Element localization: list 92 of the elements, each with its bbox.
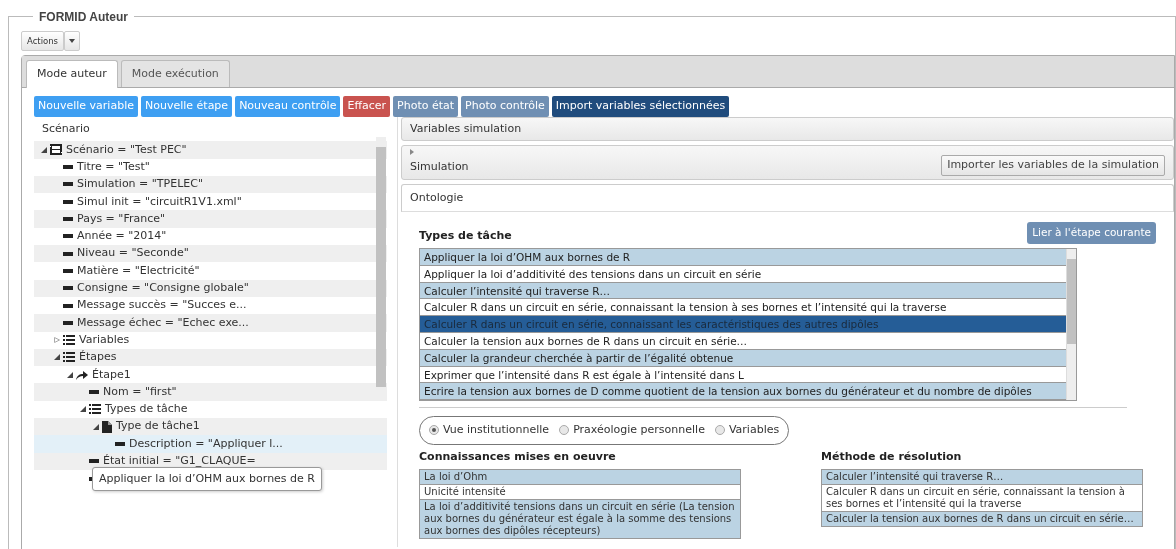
tree-item[interactable]: Type de tâche1 bbox=[34, 418, 387, 436]
arrow-icon bbox=[76, 369, 88, 380]
radio-option[interactable]: Variables bbox=[714, 422, 780, 439]
tree-label: Étapes bbox=[79, 349, 117, 366]
dash-icon bbox=[63, 251, 73, 256]
tree-label: Scénario = "Test PEC" bbox=[66, 141, 187, 158]
tree-label: Type de tâche1 bbox=[116, 418, 200, 435]
radio-option[interactable]: Praxéologie personnelle bbox=[559, 422, 705, 439]
panel-title: Scénario bbox=[41, 120, 91, 137]
list-item[interactable]: La loi d’Ohm bbox=[420, 470, 740, 485]
list-item[interactable]: Calculer R dans un circuit en série, connaissant la tension à ses bornes et l’intensité qui la traverse bbox=[822, 485, 1142, 512]
tree-label: Message succès = "Succes e... bbox=[77, 297, 247, 314]
expanded-arrow-icon[interactable] bbox=[54, 354, 60, 361]
list-item[interactable]: La loi d’additivité tensions dans un circuit en série (La tension aux bornes du générateur est égale à la somme des tensions aux bornes des dipôles récepteurs) bbox=[420, 500, 740, 538]
tree-label: Année = "2014" bbox=[77, 228, 167, 245]
dash-icon bbox=[63, 217, 73, 222]
tree-label: Consigne = "Consigne globale" bbox=[77, 280, 249, 296]
list-icon bbox=[63, 335, 75, 346]
list-item[interactable]: Calculer la tension aux bornes de R dans un circuit en série… bbox=[822, 512, 1142, 526]
tree-label: Nom = "first" bbox=[103, 383, 177, 400]
dash-icon bbox=[63, 268, 73, 273]
list-item[interactable]: Appliquer la loi d’OHM aux bornes de R bbox=[420, 249, 1066, 266]
dash-icon bbox=[63, 165, 73, 170]
tree-item[interactable]: Variables bbox=[34, 331, 387, 349]
section-title: Types de tâche bbox=[419, 227, 512, 244]
import-button[interactable]: Importer les variables de la simulation bbox=[941, 155, 1165, 176]
tree-item[interactable]: Description = "Appliquer l... bbox=[34, 435, 387, 453]
tree-label: Description = "Appliquer l... bbox=[129, 435, 283, 452]
accordion-header[interactable]: Ontologie bbox=[401, 183, 1174, 213]
tree-item[interactable]: Étape1 bbox=[34, 366, 387, 384]
tooltip: Appliquer la loi d’OHM aux bornes de R bbox=[92, 466, 322, 492]
tree-label: Simulation = "TPELEC" bbox=[77, 176, 203, 193]
scrollbar[interactable] bbox=[1066, 249, 1076, 400]
dash-icon bbox=[89, 459, 99, 464]
dash-icon bbox=[63, 234, 73, 239]
dash-icon bbox=[115, 441, 125, 446]
caret-icon bbox=[69, 39, 76, 43]
tree-label: Matière = "Electricité" bbox=[77, 262, 200, 279]
dash-icon bbox=[63, 303, 73, 308]
dash-icon bbox=[63, 320, 73, 325]
film-icon bbox=[50, 144, 62, 156]
dash-icon bbox=[63, 182, 73, 187]
tree-label: Variables bbox=[79, 331, 130, 348]
expanded-arrow-icon[interactable] bbox=[41, 146, 47, 153]
list-icon bbox=[89, 404, 101, 415]
tab[interactable]: Mode auteur bbox=[26, 59, 118, 89]
tree-item[interactable]: Consigne = "Consigne globale" bbox=[34, 279, 387, 297]
tree-item[interactable]: Titre = "Test" bbox=[34, 158, 387, 176]
expanded-arrow-icon[interactable] bbox=[67, 371, 73, 378]
tree-label: Types de tâche bbox=[105, 401, 188, 418]
tree-label: Pays = "France" bbox=[77, 210, 166, 227]
accordion-header[interactable]: Variables simulation bbox=[401, 116, 1174, 142]
tree-label: Message échec = "Echec exe... bbox=[77, 314, 249, 331]
section-title: Connaissances mises en oeuvre bbox=[419, 448, 617, 465]
list-item[interactable]: Calculer R dans un circuit en série, connaissant la tension à ses bornes et l’intensité qui la traverse bbox=[420, 299, 1066, 317]
actions-button[interactable]: Actions bbox=[21, 31, 65, 51]
tree-item[interactable]: Nom = "first" bbox=[34, 383, 387, 401]
dropdown-toggle-button[interactable] bbox=[64, 31, 81, 51]
list-item[interactable]: Unicité intensité bbox=[420, 485, 740, 500]
tree-label: Étape1 bbox=[92, 366, 131, 383]
tree-item[interactable]: Message échec = "Echec exe... bbox=[34, 314, 387, 332]
scrollbar[interactable] bbox=[376, 136, 386, 390]
tree-label: État initial = "G1_CLAQUE= bbox=[103, 453, 256, 469]
expanded-arrow-icon[interactable] bbox=[93, 423, 99, 430]
toolbar-button[interactable]: Import variables sélectionnées bbox=[551, 96, 730, 117]
tree-label: Simul init = "circuitR1V1.xml" bbox=[77, 193, 242, 210]
tree-item[interactable]: Simul init = "circuitR1V1.xml" bbox=[34, 193, 387, 211]
tree-item[interactable]: Pays = "France" bbox=[34, 210, 387, 228]
tab[interactable]: Mode exécution bbox=[120, 59, 230, 88]
tree-item[interactable]: Étapes bbox=[34, 348, 387, 367]
document-icon bbox=[102, 420, 112, 433]
radio-option[interactable]: Vue institutionnelle bbox=[429, 422, 550, 439]
tree-item[interactable]: Message succès = "Succes e... bbox=[34, 296, 387, 315]
tree-label: Niveau = "Seconde" bbox=[77, 245, 189, 262]
tree-item[interactable]: Année = "2014" bbox=[34, 227, 387, 246]
list-item[interactable]: Ecrire la tension aux bornes de D comme quotient de la tension aux bornes du générateur et du nombre de dipôles bbox=[420, 383, 1066, 400]
accordion-header[interactable]: Simulation Importer les variables de la simulation bbox=[401, 145, 1174, 180]
tree-label: Titre = "Test" bbox=[77, 158, 150, 175]
tree-item[interactable]: Scénario = "Test PEC" bbox=[34, 141, 387, 159]
tree-item[interactable]: Simulation = "TPELEC" bbox=[34, 175, 387, 194]
section-title: Méthode de résolution bbox=[821, 448, 963, 465]
dash-icon bbox=[89, 390, 99, 395]
list-item[interactable]: Calculer l’intensité qui traverse R… bbox=[822, 470, 1142, 485]
toolbar-button[interactable]: Effacer bbox=[343, 96, 391, 117]
dash-icon bbox=[63, 286, 73, 291]
header-title: Simulation bbox=[410, 160, 469, 174]
dash-icon bbox=[63, 199, 73, 204]
tree-item[interactable]: Niveau = "Seconde" bbox=[34, 245, 387, 263]
tree-item[interactable]: Matière = "Electricité" bbox=[34, 262, 387, 280]
expanded-arrow-icon[interactable] bbox=[80, 406, 86, 413]
list-icon bbox=[63, 352, 75, 363]
tree-item[interactable]: Types de tâche bbox=[34, 400, 387, 418]
